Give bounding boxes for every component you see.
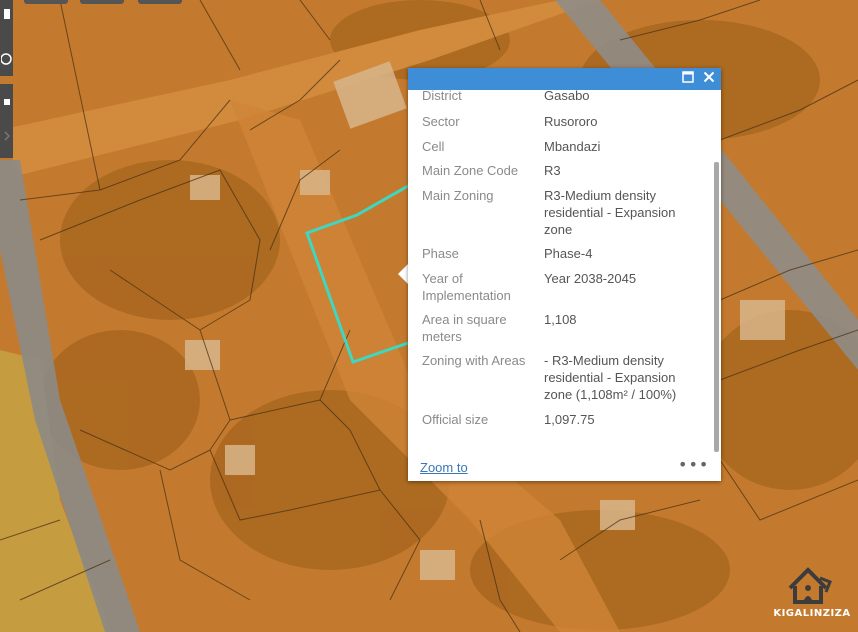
attribute-value: R3 [544, 163, 561, 178]
attribute-value: R3-Medium density residential - Expansio… [544, 188, 676, 237]
attribute-row-official-size: Official size 1,097.75 [422, 411, 707, 428]
attribute-row-sector: Sector Rusororo [422, 113, 707, 130]
attribute-label: Main Zone Code [422, 163, 519, 178]
attribute-label: Sector [422, 114, 460, 129]
popup-header [408, 68, 721, 90]
attribute-row-cell: Cell Mbandazi [422, 138, 707, 155]
popup-footer: Zoom to ••• [408, 455, 721, 481]
layers-icon[interactable] [0, 92, 13, 112]
maximize-icon[interactable] [682, 71, 694, 86]
attribute-value: Mbandazi [544, 139, 601, 154]
house-logo-icon [788, 567, 832, 604]
logo-text: KIGALINZIZA [773, 608, 851, 619]
expand-icon[interactable] [0, 126, 13, 146]
popup-attribute-list[interactable]: District Gasabo Sector Rusororo Cell Mba… [408, 90, 711, 455]
attribute-value: Rusororo [544, 114, 598, 129]
attribute-row-main-zone-code: Main Zone Code R3 [422, 162, 707, 179]
map-toolbar-button-2[interactable] [80, 0, 124, 4]
attribute-row-year-of-implementation: Year of Implementation Year 2038-2045 [422, 270, 707, 304]
attribute-row-main-zoning: Main Zoning R3-Medium density residentia… [422, 187, 707, 238]
attribute-row-area: Area in square meters 1,108 [422, 311, 707, 345]
attribute-value: 1,108 [544, 312, 577, 327]
attribute-label: Official size [422, 412, 489, 427]
attribute-value: Phase-4 [544, 246, 593, 261]
attribute-row-phase: Phase Phase-4 [422, 245, 707, 262]
more-options-icon[interactable]: ••• [678, 455, 709, 474]
attribute-label: Phase [422, 246, 459, 261]
attribute-label: Year of Implementation [422, 271, 511, 303]
attribute-label: Main Zoning [422, 188, 494, 203]
attribute-label: Cell [422, 139, 445, 154]
popup-scrollbar[interactable] [714, 162, 719, 452]
zoom-to-link[interactable]: Zoom to [420, 460, 468, 475]
close-icon[interactable] [703, 71, 715, 86]
feature-popup: District Gasabo Sector Rusororo Cell Mba… [408, 68, 721, 481]
attribute-value: 1,097.75 [544, 412, 595, 427]
map-toolbar-button-3[interactable] [138, 0, 182, 4]
home-icon[interactable] [0, 0, 13, 28]
attribute-value: - R3-Medium density residential - Expans… [544, 353, 677, 402]
attribute-label: Zoning with Areas [422, 353, 526, 368]
map-toolbar-button-1[interactable] [24, 0, 68, 4]
attribute-value: Gasabo [544, 90, 590, 103]
attribute-row-district: District Gasabo [422, 90, 707, 104]
attribute-label: Area in square meters [422, 312, 507, 344]
attribute-row-zoning-with-areas: Zoning with Areas - R3-Medium density re… [422, 352, 707, 403]
compass-icon[interactable] [0, 44, 13, 74]
attribute-value: Year 2038-2045 [544, 271, 637, 286]
kigalinziza-logo: KIGALINZIZA [768, 562, 856, 630]
attribute-label: District [422, 90, 462, 103]
popup-pointer [398, 264, 408, 284]
